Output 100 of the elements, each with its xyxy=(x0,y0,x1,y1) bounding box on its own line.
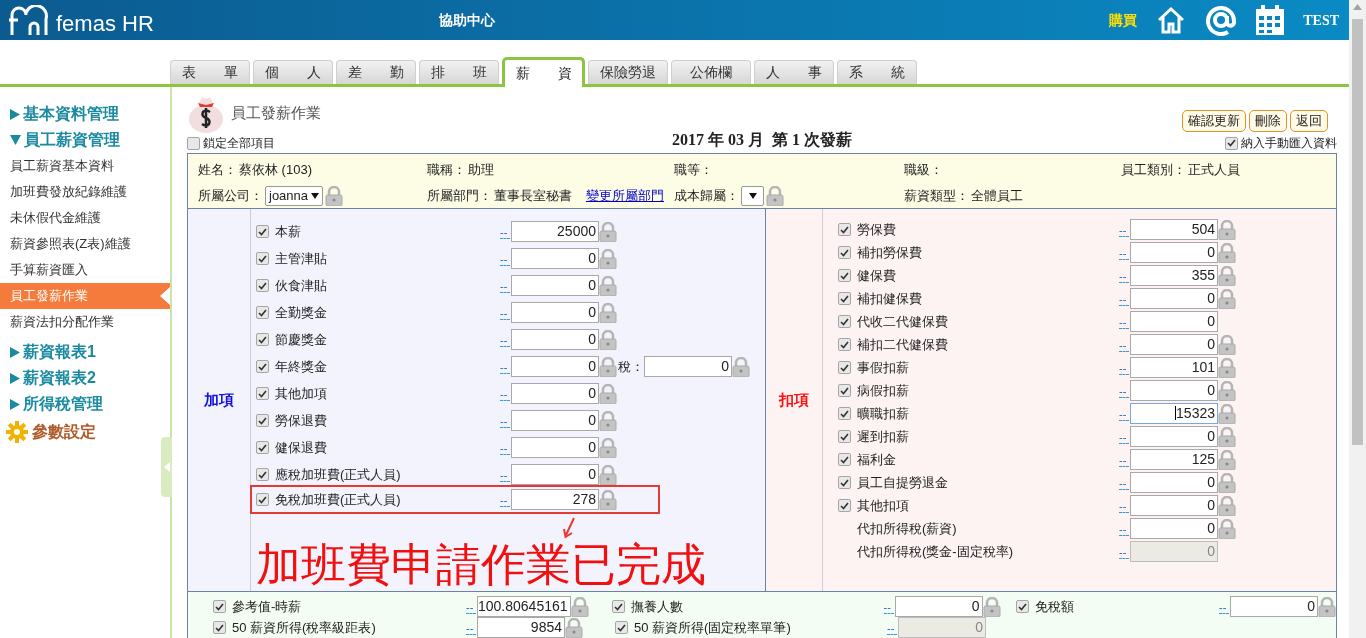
action-button[interactable]: 返回 xyxy=(1290,110,1328,132)
detail-link[interactable]: -- xyxy=(1219,601,1229,614)
lock-icon[interactable] xyxy=(599,356,617,377)
tab[interactable]: 人 事 xyxy=(754,60,834,84)
detail-link[interactable]: -- xyxy=(500,361,510,374)
detail-link[interactable]: -- xyxy=(1119,431,1129,444)
checkbox[interactable] xyxy=(838,499,851,512)
menu-group[interactable]: 參數設定 xyxy=(32,420,96,444)
checkbox[interactable] xyxy=(838,384,851,397)
checkbox[interactable] xyxy=(838,476,851,489)
tab[interactable]: 系 統 xyxy=(837,60,917,84)
detail-link[interactable]: -- xyxy=(466,601,476,614)
detail-link[interactable]: -- xyxy=(500,442,510,455)
lock-icon[interactable] xyxy=(599,383,617,404)
amount-field[interactable]: 0 xyxy=(511,329,599,350)
amount-field[interactable]: 0 xyxy=(511,383,599,404)
lock-icon[interactable] xyxy=(982,596,1001,617)
menu-group[interactable]: 所得稅管理 xyxy=(23,392,103,416)
lock-icon[interactable] xyxy=(1218,518,1236,539)
checkbox[interactable] xyxy=(256,252,269,265)
detail-link[interactable]: -- xyxy=(1119,270,1129,283)
amount-field[interactable]: 0 xyxy=(1130,288,1218,309)
tab[interactable]: 排 班 xyxy=(419,60,499,84)
lock-icon[interactable] xyxy=(599,464,617,485)
checkbox[interactable] xyxy=(1225,136,1238,150)
lock-icon[interactable] xyxy=(599,437,617,458)
detail-link[interactable]: -- xyxy=(1119,362,1129,375)
amount-field[interactable]: 0 xyxy=(1130,380,1218,401)
menu-group[interactable]: 員工薪資管理 xyxy=(24,128,120,152)
checkbox[interactable] xyxy=(256,468,269,481)
checkbox[interactable] xyxy=(838,269,851,282)
lock-icon[interactable] xyxy=(599,329,617,350)
tab[interactable]: 公佈欄 xyxy=(671,60,751,84)
detail-link[interactable]: -- xyxy=(1119,500,1129,513)
change-department-link[interactable]: 變更所屬部門 xyxy=(586,186,664,206)
amount-field[interactable]: 504 xyxy=(1130,219,1218,240)
detail-link[interactable]: -- xyxy=(500,226,510,239)
lock-icon[interactable] xyxy=(1218,242,1236,263)
detail-link[interactable]: -- xyxy=(1119,247,1129,260)
detail-link[interactable]: -- xyxy=(500,415,510,428)
detail-link[interactable]: -- xyxy=(883,601,894,614)
lock-icon[interactable] xyxy=(1218,334,1236,355)
amount-field[interactable]: 0 xyxy=(1130,426,1218,447)
menu-item[interactable]: 員工薪資基本資料 xyxy=(0,153,170,179)
lock-icon[interactable] xyxy=(1218,426,1236,447)
checkbox[interactable] xyxy=(256,360,269,373)
amount-field[interactable]: 0 xyxy=(1130,311,1218,332)
detail-link[interactable]: -- xyxy=(1119,454,1129,467)
lock-icon[interactable] xyxy=(570,596,589,617)
amount-field[interactable]: 9854 xyxy=(477,617,565,638)
lock-icon[interactable] xyxy=(732,356,750,377)
checkbox[interactable] xyxy=(611,600,625,613)
amount-field[interactable]: 0 xyxy=(511,437,599,458)
checkbox[interactable] xyxy=(838,361,851,374)
lock-icon[interactable] xyxy=(1218,357,1236,378)
detail-link[interactable]: -- xyxy=(500,307,510,320)
action-button[interactable]: 刪除 xyxy=(1249,110,1287,132)
checkbox[interactable] xyxy=(838,246,851,259)
scroll-thumb[interactable] xyxy=(1352,19,1363,445)
checkbox[interactable] xyxy=(213,600,226,613)
detail-link[interactable]: -- xyxy=(1119,408,1129,421)
amount-field[interactable]: 0 xyxy=(1130,472,1218,493)
lock-icon[interactable] xyxy=(325,186,344,206)
detail-link[interactable]: -- xyxy=(500,334,510,347)
detail-link[interactable]: -- xyxy=(1119,339,1129,352)
lock-icon[interactable] xyxy=(599,275,617,296)
help-link[interactable]: 協助中心 xyxy=(406,9,527,31)
lock-icon[interactable] xyxy=(1218,495,1236,516)
detail-link[interactable]: -- xyxy=(1119,523,1129,536)
amount-field[interactable]: 25000 xyxy=(511,221,599,242)
detail-link[interactable]: -- xyxy=(1119,316,1129,329)
amount-field[interactable]: 0 xyxy=(644,356,732,377)
checkbox[interactable] xyxy=(1016,600,1029,613)
lock-icon[interactable] xyxy=(565,617,583,638)
amount-field[interactable]: 0 xyxy=(1130,242,1218,263)
amount-field[interactable]: 0 xyxy=(1230,596,1318,617)
menu-group[interactable]: 薪資報表2 xyxy=(23,366,96,390)
detail-link[interactable]: -- xyxy=(500,469,510,482)
detail-link[interactable]: -- xyxy=(500,253,510,266)
checkbox[interactable] xyxy=(256,493,269,506)
company-select[interactable]: joanna xyxy=(265,186,324,206)
amount-field[interactable]: 0 xyxy=(511,464,599,485)
checkbox[interactable] xyxy=(256,306,269,319)
collapse-handle[interactable] xyxy=(161,437,172,497)
tab[interactable]: 表 單 xyxy=(170,60,250,84)
detail-link[interactable]: -- xyxy=(1119,385,1129,398)
checkbox[interactable] xyxy=(838,315,851,328)
detail-link[interactable]: -- xyxy=(1119,224,1129,237)
home-icon[interactable] xyxy=(1157,6,1186,34)
detail-link[interactable]: -- xyxy=(1119,293,1129,306)
amount-field[interactable]: 0 xyxy=(511,410,599,431)
checkbox[interactable] xyxy=(838,338,851,351)
tab[interactable]: 保險勞退 xyxy=(588,60,668,84)
menu-item[interactable]: 未休假代金維護 xyxy=(0,205,170,231)
amount-field[interactable]: 355 xyxy=(1130,265,1218,286)
amount-field[interactable]: 101 xyxy=(1130,357,1218,378)
lock-icon[interactable] xyxy=(1218,265,1236,286)
amount-field[interactable]: 0 xyxy=(1130,334,1218,355)
detail-link[interactable]: -- xyxy=(500,280,510,293)
tab[interactable]: 個 人 xyxy=(253,60,333,84)
